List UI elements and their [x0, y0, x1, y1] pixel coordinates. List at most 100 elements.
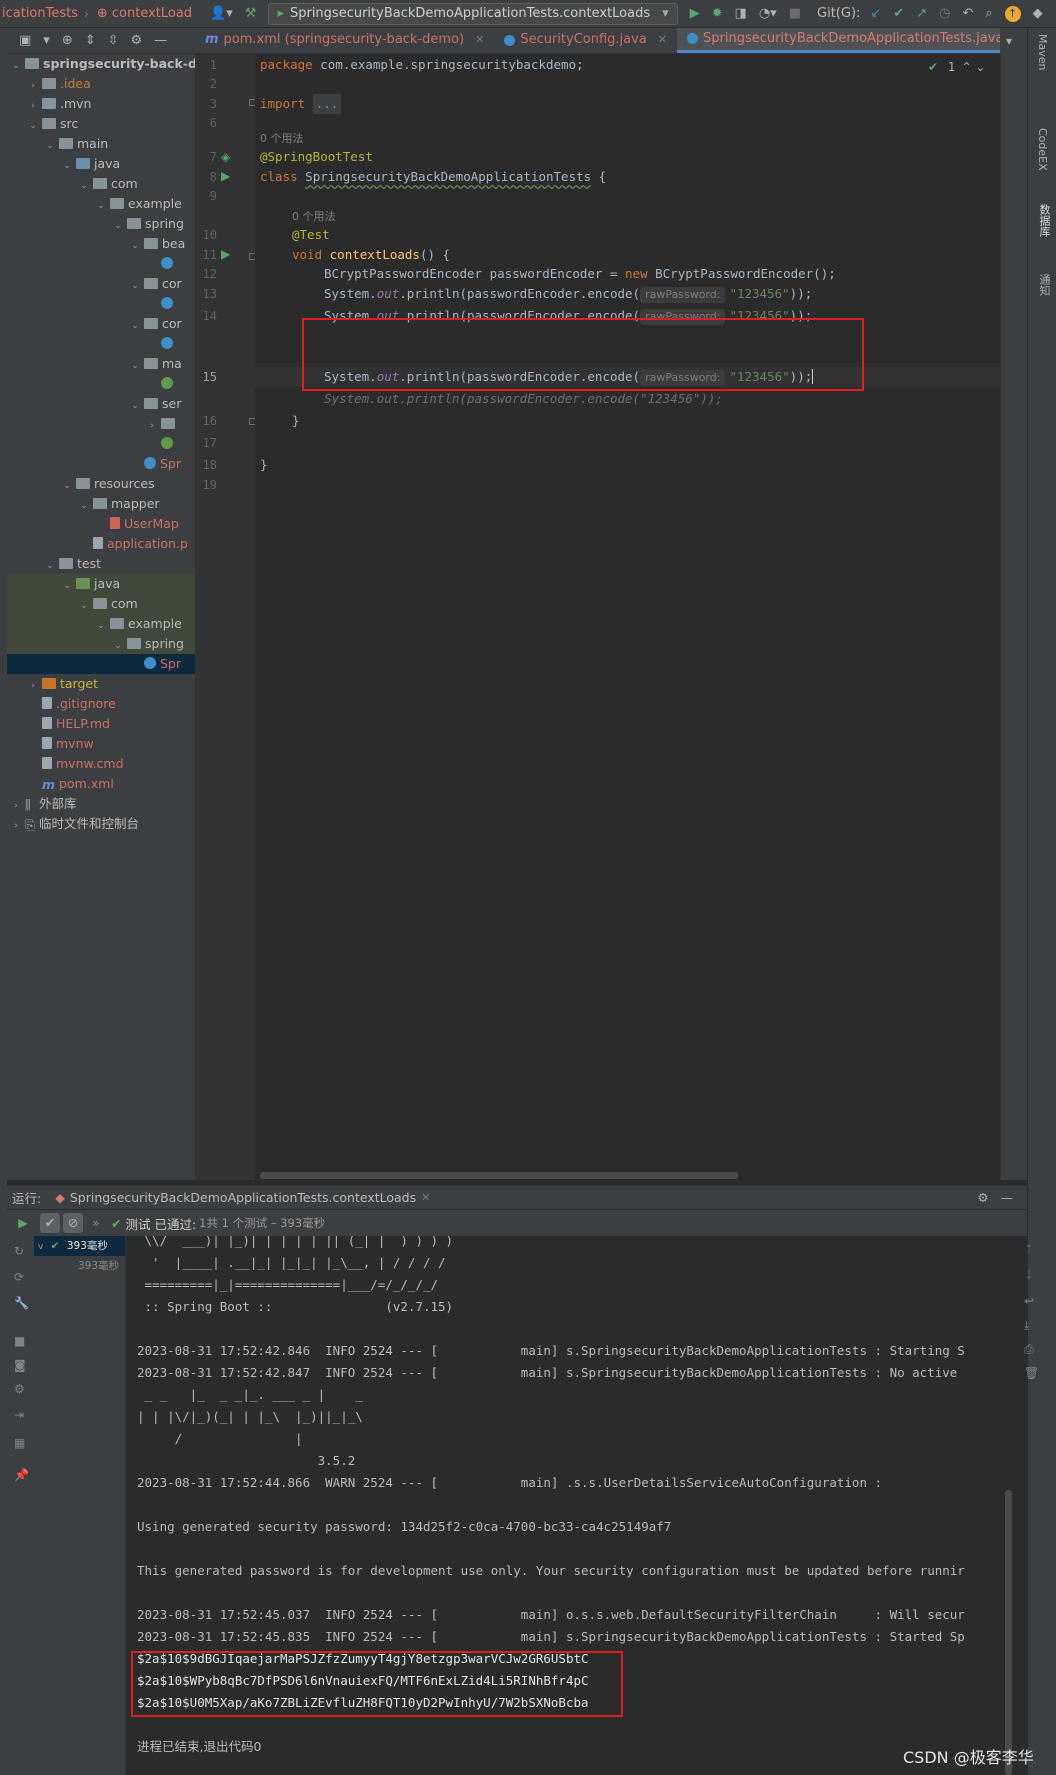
- chevron-down-icon[interactable]: ⌄: [129, 276, 141, 296]
- tree-item[interactable]: ⌄ spring: [7, 214, 195, 234]
- line-number[interactable]: 12: [195, 267, 217, 281]
- up-arrow-icon[interactable]: ↑: [1024, 1242, 1034, 1256]
- tree-item[interactable]: ⌄ example: [7, 614, 195, 634]
- locate-icon[interactable]: ⊕: [62, 33, 73, 48]
- stop-icon[interactable]: ■: [783, 6, 807, 21]
- line-number[interactable]: 18: [195, 458, 217, 472]
- chevron-down-icon[interactable]: ⌄: [129, 396, 141, 416]
- notifications-tool-tab[interactable]: 通知: [1036, 274, 1052, 296]
- line-number[interactable]: 10: [195, 228, 217, 242]
- tree-item[interactable]: ⌄ com: [7, 174, 195, 194]
- tree-item[interactable]: › .mvn: [7, 94, 195, 114]
- git-update-icon[interactable]: ↙: [864, 6, 887, 21]
- history-icon[interactable]: ◷: [933, 6, 956, 21]
- tree-item[interactable]: ⌄ spring: [7, 634, 195, 654]
- tree-item[interactable]: ⌄ resources: [7, 474, 195, 494]
- update-available-icon[interactable]: ↑: [1004, 5, 1021, 22]
- editor-tab[interactable]: SpringsecurityBackDemoApplicationTests.j…: [677, 28, 1000, 53]
- dropdown-icon[interactable]: ▾: [43, 33, 50, 48]
- chevron-down-icon[interactable]: ⌄: [44, 556, 56, 576]
- breadcrumb-file[interactable]: icationTests: [0, 6, 78, 21]
- trash-icon[interactable]: 🗑: [1024, 1366, 1039, 1380]
- tree-item[interactable]: Spr: [7, 454, 195, 474]
- debug-icon[interactable]: ✹: [706, 6, 729, 21]
- git-push-icon[interactable]: ↗: [910, 6, 933, 21]
- minimize-icon[interactable]: —: [154, 33, 167, 48]
- spring-bean-icon[interactable]: ◈: [221, 150, 230, 164]
- tree-item[interactable]: [7, 254, 195, 274]
- tree-item[interactable]: [7, 294, 195, 314]
- gear-icon[interactable]: ⚙: [131, 33, 143, 48]
- print-icon[interactable]: ⎙: [1024, 1342, 1034, 1357]
- dump-icon[interactable]: ⚙: [14, 1382, 25, 1396]
- tree-item[interactable]: HELP.md: [7, 714, 195, 734]
- expand-all-icon[interactable]: ⇕: [85, 33, 96, 48]
- line-number[interactable]: 7: [195, 150, 217, 164]
- breadcrumb-method[interactable]: ⊕ contextLoad: [95, 6, 192, 21]
- tree-item[interactable]: .gitignore: [7, 694, 195, 714]
- rollback-icon[interactable]: ↶: [956, 6, 979, 21]
- show-passed-icon[interactable]: ✔: [40, 1213, 60, 1233]
- test-node-root[interactable]: v ✔ 393毫秒: [34, 1236, 125, 1256]
- chevron-down-icon[interactable]: ⌄: [78, 496, 90, 516]
- line-number[interactable]: 14: [195, 309, 217, 323]
- tree-item[interactable]: [7, 334, 195, 354]
- line-number[interactable]: 11: [195, 248, 217, 262]
- close-icon[interactable]: ✕: [658, 28, 667, 52]
- editor-horizontal-scrollbar[interactable]: [260, 1172, 738, 1179]
- chevron-down-icon[interactable]: ⌄: [112, 216, 124, 236]
- toggle-auto-test-icon[interactable]: ⟳: [14, 1270, 24, 1284]
- git-commit-icon[interactable]: ✔: [887, 6, 910, 21]
- chevron-right-icon[interactable]: ›: [27, 76, 39, 96]
- tree-item[interactable]: ⌄ springsecurity-back-demo: [7, 54, 195, 74]
- run-icon[interactable]: ▶: [684, 6, 706, 21]
- chevron-down-icon[interactable]: ⌄: [129, 356, 141, 376]
- chevron-right-icon[interactable]: ›: [10, 796, 22, 816]
- panel-layout-icon[interactable]: ▣: [19, 33, 31, 48]
- tree-item[interactable]: ⌄ example: [7, 194, 195, 214]
- ide-logo-icon[interactable]: ◆: [1027, 6, 1049, 21]
- chevron-right-icon[interactable]: ›: [27, 96, 39, 116]
- tree-item[interactable]: mvnw.cmd: [7, 754, 195, 774]
- usages-hint-method[interactable]: 0 个用法: [292, 206, 336, 226]
- tree-item[interactable]: ⌄ java: [7, 574, 195, 594]
- line-number[interactable]: 9: [195, 189, 217, 203]
- chevron-down-icon[interactable]: ⌄: [61, 156, 73, 176]
- pin-icon[interactable]: 📌: [14, 1468, 29, 1482]
- tree-item[interactable]: m pom.xml: [7, 774, 195, 794]
- chevron-down-icon[interactable]: ⌄: [95, 196, 107, 216]
- rerun-icon[interactable]: ▶: [13, 1213, 33, 1233]
- tree-item[interactable]: ⌄ bea: [7, 234, 195, 254]
- tree-item[interactable]: [7, 374, 195, 394]
- tree-item[interactable]: ⌄ mapper: [7, 494, 195, 514]
- line-number[interactable]: 13: [195, 287, 217, 301]
- tree-item[interactable]: application.p: [7, 534, 195, 554]
- editor-scrollbar[interactable]: [1000, 54, 1027, 1180]
- tree-item[interactable]: › ⎘ 临时文件和控制台: [7, 814, 195, 834]
- down-arrow-icon[interactable]: ↓: [1024, 1268, 1034, 1282]
- tree-item[interactable]: ›: [7, 414, 195, 434]
- chevron-down-icon[interactable]: ⌄: [61, 476, 73, 496]
- tree-item[interactable]: ⌄ main: [7, 134, 195, 154]
- user-icon[interactable]: 👤▾: [204, 6, 239, 21]
- chevron-down-icon[interactable]: ⌄: [129, 316, 141, 336]
- chevron-down-icon[interactable]: ⌄: [95, 616, 107, 636]
- chevron-down-icon[interactable]: ⌄: [78, 596, 90, 616]
- camera-icon[interactable]: ◙: [14, 1358, 26, 1372]
- line-number[interactable]: 2: [195, 77, 217, 91]
- chevron-down-icon[interactable]: ⌄: [78, 176, 90, 196]
- collapse-all-icon[interactable]: ⇳: [108, 33, 119, 48]
- soft-wrap-icon[interactable]: ↩: [1024, 1294, 1034, 1308]
- chevron-down-icon[interactable]: ⌄: [61, 576, 73, 596]
- usages-hint-class[interactable]: 0 个用法: [260, 128, 304, 148]
- close-icon[interactable]: ✕: [475, 28, 484, 52]
- tree-item[interactable]: ⌄ ma: [7, 354, 195, 374]
- chevron-down-icon[interactable]: ⌄: [27, 116, 39, 136]
- coverage-icon[interactable]: ◨: [729, 6, 753, 21]
- exit-icon[interactable]: ⇥: [14, 1408, 24, 1422]
- chevron-right-icon[interactable]: ›: [10, 816, 22, 836]
- chevron-down-icon[interactable]: ⌄: [44, 136, 56, 156]
- run-test-class-icon[interactable]: ▶: [221, 169, 230, 183]
- line-number[interactable]: 15: [195, 370, 217, 384]
- run-test-method-icon[interactable]: ▶: [221, 247, 230, 261]
